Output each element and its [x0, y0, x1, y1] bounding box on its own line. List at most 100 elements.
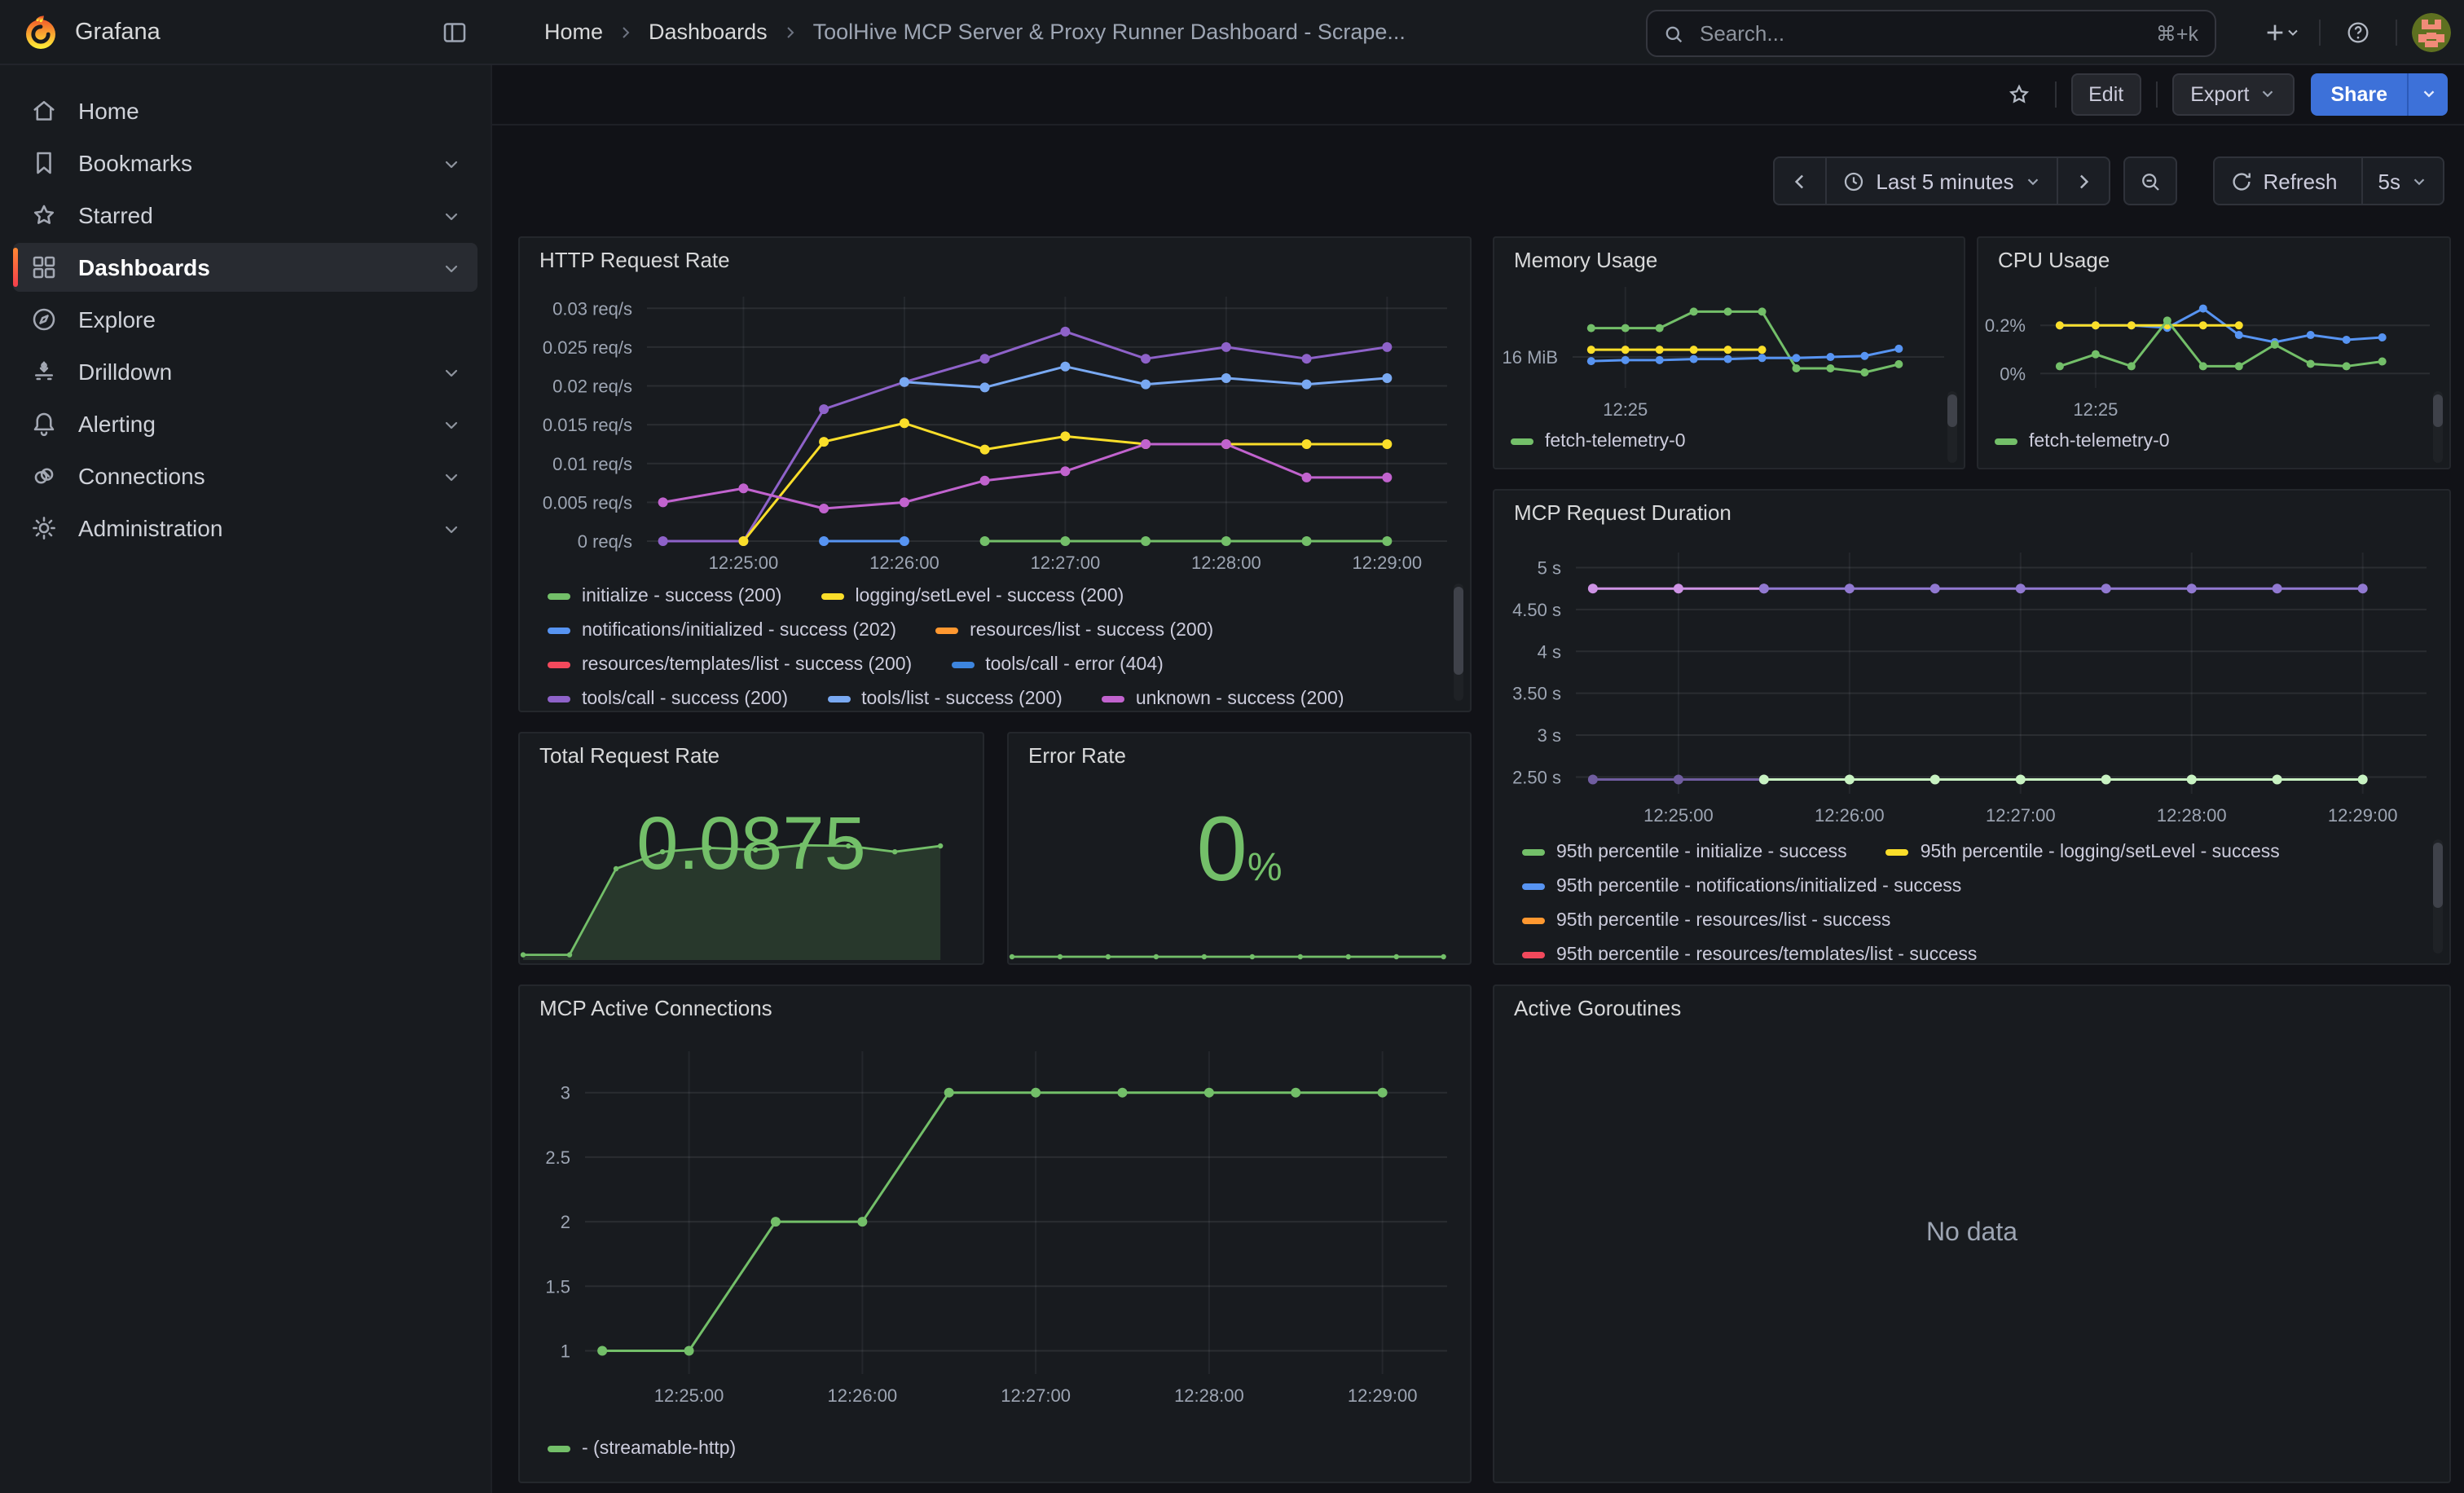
sidebar-item-bookmarks[interactable]: Bookmarks	[13, 139, 477, 187]
panel-title[interactable]: Memory Usage	[1514, 248, 1657, 272]
cpu-usage-chart: 12:250.2%0%	[1978, 274, 2449, 427]
sidebar-toggle-icon[interactable]	[440, 17, 469, 46]
panel-title[interactable]: HTTP Request Rate	[539, 248, 730, 272]
legend-scrollbar[interactable]	[1947, 391, 1957, 463]
refresh-icon	[2229, 169, 2253, 193]
divider	[2156, 81, 2158, 107]
sidebar-item-drilldown[interactable]: Drilldown	[13, 347, 477, 396]
legend-label: 95th percentile - notifications/initiali…	[1556, 877, 1961, 896]
sidebar-item-home[interactable]: Home	[13, 86, 477, 135]
legend-item[interactable]: - (streamable-http)	[548, 1439, 736, 1459]
svg-text:4.50 s: 4.50 s	[1512, 600, 1561, 620]
legend-item[interactable]: notifications/initialized - success (202…	[548, 621, 896, 641]
legend-item[interactable]: tools/call - success (200)	[548, 689, 788, 707]
svg-text:12:28:00: 12:28:00	[1174, 1385, 1244, 1406]
export-button[interactable]: Export	[2172, 73, 2295, 115]
legend-item[interactable]: 95th percentile - logging/setLevel - suc…	[1886, 843, 2280, 862]
time-back-button[interactable]	[1775, 158, 1825, 204]
breadcrumb-dashboards[interactable]: Dashboards	[649, 20, 768, 44]
chevron-down-icon	[2285, 24, 2301, 40]
legend-item[interactable]: unknown - success (200)	[1102, 689, 1344, 707]
zoom-out-button[interactable]	[2124, 158, 2175, 204]
user-avatar[interactable]	[2412, 12, 2451, 51]
breadcrumb-home[interactable]: Home	[544, 20, 603, 44]
add-button[interactable]	[2259, 9, 2304, 55]
panel-title[interactable]: Active Goroutines	[1514, 996, 1681, 1020]
brand-zone: Grafana	[0, 0, 492, 64]
sidebar-item-starred[interactable]: Starred	[13, 191, 477, 240]
refresh-interval-label: 5s	[2378, 169, 2400, 193]
refresh-group: Refresh 5s	[2212, 156, 2444, 205]
svg-text:1.5: 1.5	[545, 1276, 570, 1297]
legend-scrollbar[interactable]	[1454, 584, 1463, 701]
svg-text:12:25: 12:25	[1603, 399, 1648, 420]
legend-item[interactable]: fetch-telemetry-0	[1995, 432, 2170, 451]
help-button[interactable]	[2335, 9, 2381, 55]
legend-item[interactable]: 95th percentile - resources/list - succe…	[1522, 911, 1890, 931]
chart-legend: fetch-telemetry-0	[1995, 432, 2423, 465]
panel-title[interactable]: CPU Usage	[1998, 248, 2110, 272]
legend-swatch	[935, 628, 958, 634]
no-data-message: No data	[1494, 1219, 2449, 1249]
legend-item[interactable]: logging/setLevel - success (200)	[821, 587, 1124, 606]
grafana-app: Grafana Home Dashboards ToolHive MCP Ser…	[0, 0, 2464, 1493]
refresh-label: Refresh	[2263, 169, 2337, 193]
legend-swatch	[951, 662, 974, 668]
memory-usage-chart: 12:2516 MiB	[1494, 274, 1964, 427]
panel-mcp-request-duration: MCP Request Duration 12:25:0012:26:0012:…	[1493, 489, 2451, 965]
star-icon	[2005, 81, 2031, 107]
sidebar-item-dashboards[interactable]: Dashboards	[13, 243, 477, 292]
svg-text:1: 1	[561, 1341, 570, 1361]
legend-scrollbar[interactable]	[2433, 391, 2443, 463]
stat-unit: %	[1247, 846, 1283, 890]
panel-title[interactable]: Total Request Rate	[539, 743, 719, 768]
legend-item[interactable]: 95th percentile - resources/templates/li…	[1522, 945, 1977, 960]
favorite-star-button[interactable]	[1997, 73, 2039, 115]
chart-legend: initialize - success (200) logging/setLev…	[548, 587, 1444, 707]
panel-http-request-rate: HTTP Request Rate 12:25:0012:26:0012:27:…	[518, 236, 1472, 712]
breadcrumb-current[interactable]: ToolHive MCP Server & Proxy Runner Dashb…	[813, 20, 1406, 44]
svg-text:12:27:00: 12:27:00	[1986, 805, 2056, 826]
legend-item[interactable]: initialize - success (200)	[548, 587, 781, 606]
sidebar-item-alerting[interactable]: Alerting	[13, 399, 477, 448]
legend-item[interactable]: 95th percentile - notifications/initiali…	[1522, 877, 1961, 896]
panel-title[interactable]: MCP Request Duration	[1514, 500, 1731, 525]
legend-item[interactable]: tools/list - success (200)	[827, 689, 1063, 707]
panel-cpu-usage: CPU Usage 12:250.2%0% fetch-telemetry-0	[1977, 236, 2451, 469]
chevron-down-icon	[442, 258, 461, 277]
panel-title[interactable]: Error Rate	[1028, 743, 1126, 768]
panel-title[interactable]: MCP Active Connections	[539, 996, 772, 1020]
time-forward-button[interactable]	[2056, 158, 2108, 204]
legend-item[interactable]: tools/call - error (404)	[951, 655, 1164, 675]
legend-item[interactable]: resources/templates/list - success (200)	[548, 655, 912, 675]
share-button[interactable]: Share	[2312, 73, 2408, 115]
svg-text:3: 3	[561, 1083, 570, 1103]
legend-item[interactable]: resources/list - success (200)	[935, 621, 1213, 641]
legend-item[interactable]: fetch-telemetry-0	[1511, 432, 1686, 451]
search-input[interactable]	[1696, 20, 2156, 47]
edit-button[interactable]: Edit	[2070, 73, 2141, 115]
bell-icon	[29, 409, 59, 438]
search-box[interactable]: ⌘+k	[1646, 10, 2216, 57]
legend-row: 95th percentile - resources/list - succe…	[1522, 911, 2423, 931]
legend-scrollbar[interactable]	[2433, 839, 2443, 953]
sidebar-item-administration[interactable]: Administration	[13, 504, 477, 553]
stat-number: 0	[1197, 797, 1247, 900]
sidebar-item-explore[interactable]: Explore	[13, 295, 477, 344]
legend-label: initialize - success (200)	[582, 587, 781, 606]
sidebar-item-label: Dashboards	[78, 254, 210, 280]
sidebar-item-label: Drilldown	[78, 359, 172, 385]
refresh-interval-picker[interactable]: 5s	[2362, 158, 2443, 204]
grafana-logo-icon	[21, 12, 60, 51]
sidebar-item-label: Alerting	[78, 411, 156, 437]
sidebar-item-connections[interactable]: Connections	[13, 451, 477, 500]
share-menu-button[interactable]	[2407, 73, 2448, 115]
legend-row: 95th percentile - initialize - success 95…	[1522, 843, 2423, 862]
svg-text:3.50 s: 3.50 s	[1512, 684, 1561, 704]
time-range-picker[interactable]: Last 5 minutes	[1825, 158, 2056, 204]
legend-label: 95th percentile - resources/list - succe…	[1556, 911, 1890, 931]
legend-row: notifications/initialized - success (202…	[548, 621, 1444, 641]
legend-label: tools/call - error (404)	[985, 655, 1164, 675]
legend-item[interactable]: 95th percentile - initialize - success	[1522, 843, 1847, 862]
refresh-button[interactable]: Refresh	[2214, 158, 2361, 204]
